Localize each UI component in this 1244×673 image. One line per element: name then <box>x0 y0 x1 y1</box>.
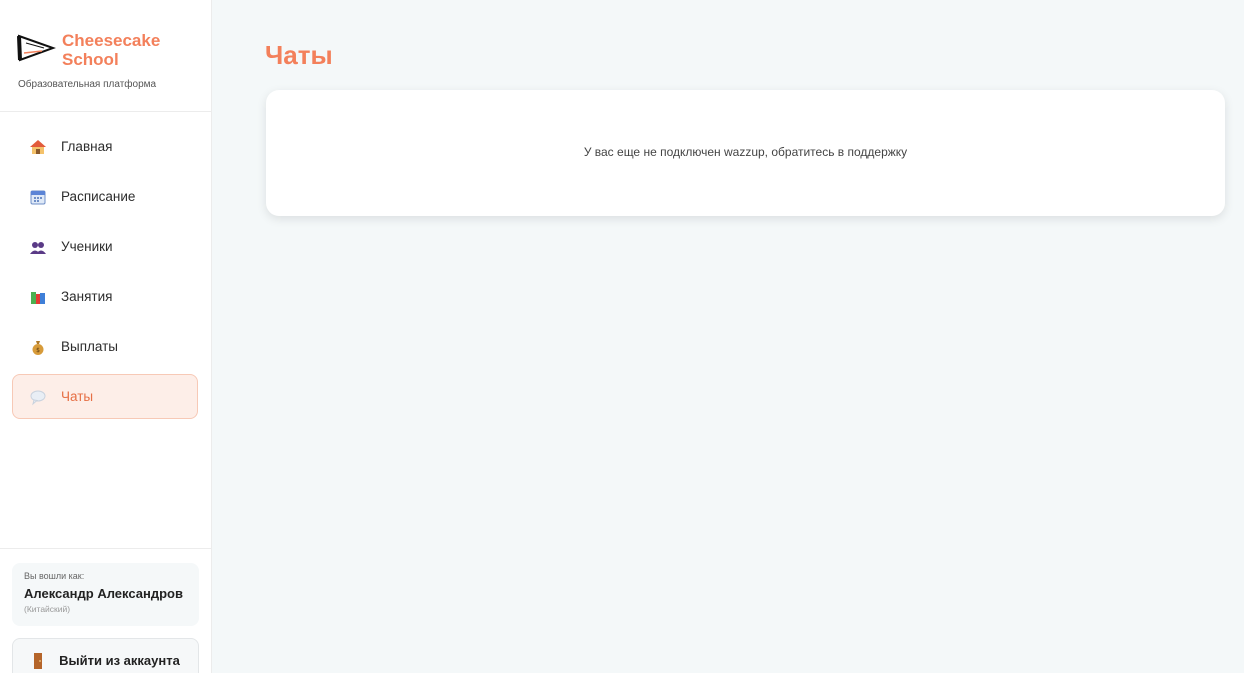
house-icon <box>29 138 47 156</box>
calendar-icon <box>29 188 47 206</box>
nav-item-label: Главная <box>61 139 113 154</box>
logo-area: Cheesecake School Образовательная платфо… <box>0 0 211 112</box>
main-content: Чаты У вас еще не подключен wazzup, обра… <box>212 0 1244 673</box>
nav-item-label: Чаты <box>61 389 94 404</box>
svg-text:$: $ <box>36 347 40 354</box>
nav-item-home[interactable]: Главная <box>12 124 198 169</box>
main-nav: Главная Расписание Ученики Занятия $ Вып… <box>0 112 211 424</box>
nav-item-students[interactable]: Ученики <box>12 224 198 269</box>
nav-item-schedule[interactable]: Расписание <box>12 174 198 219</box>
nav-item-chats[interactable]: Чаты <box>12 374 198 419</box>
nav-item-payouts[interactable]: $ Выплаты <box>12 324 198 369</box>
user-role: (Китайский) <box>24 604 71 614</box>
nav-item-label: Ученики <box>61 239 113 254</box>
logout-button[interactable]: Выйти из аккаунта <box>12 638 199 673</box>
user-info: Вы вошли как: Александр Александров (Кит… <box>12 563 199 626</box>
logout-label: Выйти из аккаунта <box>59 653 180 668</box>
page-title: Чаты <box>265 40 333 70</box>
user-name: Александр Александров <box>24 586 183 601</box>
info-card: У вас еще не подключен wazzup, обратитес… <box>266 90 1225 216</box>
brand-subtitle: Образовательная платформа <box>18 79 157 90</box>
cheesecake-logo-icon <box>17 34 56 62</box>
sidebar: Cheesecake School Образовательная платфо… <box>0 0 212 673</box>
user-caption: Вы вошли как: <box>24 571 85 581</box>
users-icon <box>29 238 47 256</box>
money-bag-icon: $ <box>29 338 47 356</box>
nav-item-lessons[interactable]: Занятия <box>12 274 198 319</box>
nav-item-label: Выплаты <box>61 339 118 354</box>
books-icon <box>29 288 47 306</box>
brand-name: Cheesecake School <box>62 31 161 69</box>
empty-state-message: У вас еще не подключен wazzup, обратитес… <box>583 145 908 159</box>
door-icon <box>31 652 45 670</box>
nav-item-label: Расписание <box>61 189 136 204</box>
nav-item-label: Занятия <box>61 289 113 304</box>
divider <box>0 548 211 549</box>
speech-bubble-icon <box>29 388 47 406</box>
